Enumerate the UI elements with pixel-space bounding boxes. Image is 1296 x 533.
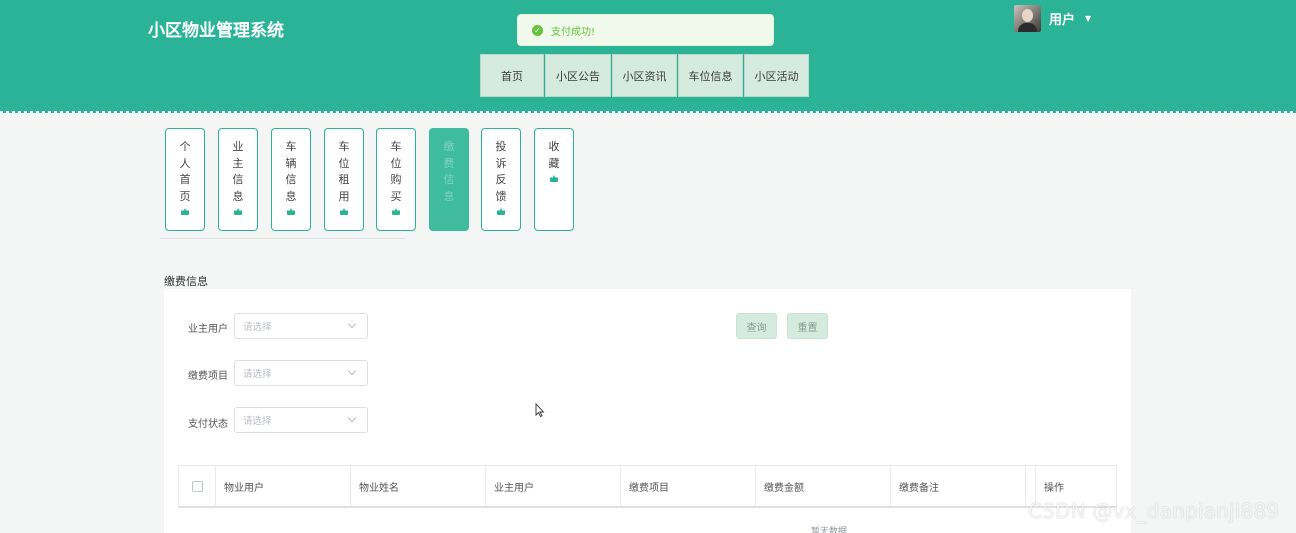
side-char: 辆 <box>285 156 297 170</box>
side-char: 主 <box>232 156 244 170</box>
nav-item-news[interactable]: 小区资讯 <box>612 54 677 97</box>
select-all-checkbox[interactable] <box>191 481 203 492</box>
chevron-down-icon <box>347 366 357 376</box>
column-header: 缴费项目 <box>621 466 756 507</box>
side-char: 信 <box>285 173 297 186</box>
side-char: 息 <box>232 189 244 203</box>
side-char: 业 <box>232 140 244 153</box>
side-item-personal-home[interactable]: 个 人 首 页 <box>165 128 205 231</box>
column-header: 物业用户 <box>216 466 351 507</box>
owner-user-label: 业主用户 <box>188 324 228 335</box>
column-header: 缴费金额 <box>756 466 891 507</box>
nav-item-parking[interactable]: 车位信息 <box>678 54 743 97</box>
side-char: 息 <box>285 189 297 203</box>
side-char: 息 <box>443 189 455 203</box>
side-char: 投 <box>495 140 507 153</box>
empty-text: 暂无数据 <box>811 527 848 533</box>
hand-icon <box>497 208 505 215</box>
divider <box>160 238 405 239</box>
hand-icon <box>340 208 348 215</box>
select-placeholder: 请选择 <box>243 369 272 380</box>
select-all-cell <box>179 466 216 507</box>
toast-message: 支付成功! <box>551 26 596 38</box>
side-item-vehicle-info[interactable]: 车 辆 信 息 <box>271 128 311 231</box>
side-char: 费 <box>443 156 455 170</box>
side-char: 首 <box>179 173 191 186</box>
side-char: 租 <box>338 173 350 186</box>
avatar[interactable] <box>1014 5 1041 32</box>
payment-table: 物业用户 物业姓名 业主用户 缴费项目 缴费金额 缴费备注 操作 <box>178 465 1117 533</box>
side-char: 购 <box>390 173 402 186</box>
query-button[interactable]: 查询 <box>736 313 777 339</box>
check-circle-icon: ✓ <box>532 24 543 36</box>
watermark: CSDN @vx_danpianji889 <box>1028 499 1280 523</box>
side-item-owner-info[interactable]: 业 主 信 息 <box>218 128 258 231</box>
side-item-favorites[interactable]: 收 藏 <box>534 128 574 231</box>
side-item-payment-info[interactable]: 缴 费 信 息 <box>429 128 469 231</box>
side-char: 买 <box>390 189 402 203</box>
top-header: 小区物业管理系统 ✓ 支付成功! 用户 ▼ 首页 小区公告 小区资讯 车位信息 … <box>0 0 1296 113</box>
reset-button[interactable]: 重置 <box>787 313 828 339</box>
side-char: 位 <box>338 156 350 170</box>
side-char: 缴 <box>443 140 455 153</box>
side-char: 反 <box>495 173 507 186</box>
side-char: 车 <box>390 140 402 153</box>
side-char: 信 <box>443 173 455 186</box>
side-char: 车 <box>285 140 297 153</box>
fee-item-label: 缴费项目 <box>188 371 228 382</box>
nav-item-notice[interactable]: 小区公告 <box>545 54 611 97</box>
side-item-parking-buy[interactable]: 车 位 购 买 <box>376 128 416 231</box>
side-char: 车 <box>338 140 350 153</box>
chevron-down-icon <box>347 413 357 423</box>
user-name[interactable]: 用户 <box>1049 9 1075 28</box>
user-menu[interactable]: 用户 ▼ <box>1014 5 1091 32</box>
column-header: 业主用户 <box>486 466 621 507</box>
side-char: 人 <box>179 156 191 170</box>
side-char: 馈 <box>495 189 507 203</box>
side-char: 页 <box>179 189 191 203</box>
main-nav: 首页 小区公告 小区资讯 车位信息 小区活动 <box>480 54 810 97</box>
side-char: 诉 <box>495 156 507 170</box>
hand-icon <box>234 208 242 215</box>
hand-icon <box>287 208 295 215</box>
chevron-down-icon <box>347 319 357 329</box>
owner-user-select[interactable]: 请选择 <box>234 313 368 339</box>
hand-icon <box>392 208 400 215</box>
select-placeholder: 请选择 <box>243 416 272 427</box>
side-char: 信 <box>232 173 244 186</box>
pay-status-label: 支付状态 <box>188 419 228 430</box>
section-title: 缴费信息 <box>164 275 208 288</box>
column-header: 物业姓名 <box>351 466 486 507</box>
nav-item-home[interactable]: 首页 <box>480 54 544 97</box>
header-border <box>0 111 1296 114</box>
caret-down-icon[interactable]: ▼ <box>1085 14 1091 23</box>
side-char: 个 <box>179 140 191 153</box>
side-char: 用 <box>338 189 350 203</box>
side-char: 藏 <box>548 156 560 170</box>
column-header: 缴费备注 <box>891 466 1026 507</box>
side-item-parking-rent[interactable]: 车 位 租 用 <box>324 128 364 231</box>
select-placeholder: 请选择 <box>243 322 272 333</box>
fee-item-select[interactable]: 请选择 <box>234 360 368 386</box>
hand-icon <box>550 175 558 182</box>
side-char: 位 <box>390 156 402 170</box>
site-title: 小区物业管理系统 <box>148 21 284 41</box>
hand-icon <box>181 208 189 215</box>
success-toast: ✓ 支付成功! <box>517 14 774 46</box>
table-header: 物业用户 物业姓名 业主用户 缴费项目 缴费金额 缴费备注 操作 <box>178 465 1117 508</box>
side-item-complaint[interactable]: 投 诉 反 馈 <box>481 128 521 231</box>
side-char: 收 <box>548 140 560 153</box>
nav-item-activity[interactable]: 小区活动 <box>744 54 809 97</box>
pay-status-select[interactable]: 请选择 <box>234 407 368 433</box>
